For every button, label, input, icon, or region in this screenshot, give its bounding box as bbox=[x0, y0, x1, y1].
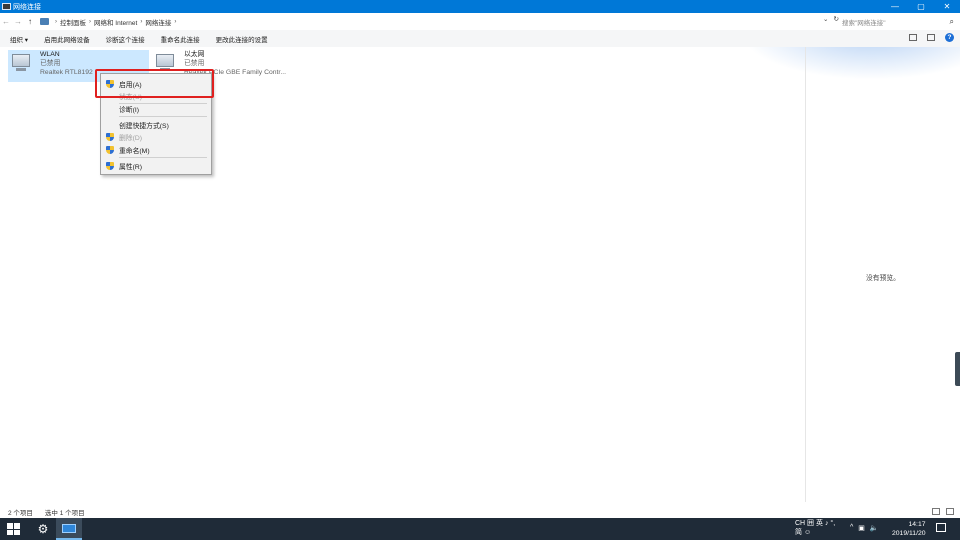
volume-icon[interactable]: 🔈 bbox=[870, 524, 879, 532]
up-button[interactable]: ↑ bbox=[24, 17, 36, 26]
clock-time: 14:17 bbox=[908, 521, 926, 528]
menu-item-label: 删除(D) bbox=[119, 134, 143, 142]
preview-pane-icon[interactable] bbox=[927, 34, 935, 41]
network-tray-icon[interactable]: ▣ bbox=[858, 524, 865, 532]
ime-simplified-text: 简 ☺ bbox=[795, 529, 812, 536]
connection-status: 已禁用 bbox=[184, 60, 205, 67]
address-bar: ← → ↑ › 控制面板 › 网络和 Internet › 网络连接 › ⌄ ↻… bbox=[0, 13, 960, 30]
window-title: 网络连接 bbox=[13, 3, 41, 11]
rename-connection-button[interactable]: 重命名此连接 bbox=[161, 34, 200, 44]
network-connections-app-icon bbox=[2, 3, 11, 10]
settings-gear-icon[interactable]: ⚙ bbox=[30, 518, 56, 540]
selected-count: 选中 1 个项目 bbox=[44, 510, 85, 517]
help-icon[interactable]: ? bbox=[945, 33, 954, 42]
preview-pane-divider[interactable] bbox=[805, 47, 806, 502]
title-bar: 网络连接 — ▢ ✕ bbox=[0, 0, 960, 13]
ime-indicator[interactable]: CH 囲 英 ♪ °, 简 ☺ bbox=[795, 519, 835, 537]
no-preview-text: 没有预览。 bbox=[866, 275, 900, 282]
breadcrumb[interactable]: › 控制面板 › 网络和 Internet › 网络连接 › bbox=[40, 17, 179, 27]
taskbar-network-connections-app[interactable] bbox=[56, 518, 82, 540]
menu-item-rename[interactable]: 重命名(M) bbox=[101, 144, 211, 155]
search-icon: ⌕ bbox=[949, 16, 954, 26]
taskbar: ⚙ CH 囲 英 ♪ °, 简 ☺ ^ ▣ 🔈 14:17 2019/11/20 bbox=[0, 518, 960, 540]
system-clock[interactable]: 14:17 2019/11/20 bbox=[892, 520, 926, 538]
uac-shield-icon bbox=[106, 146, 114, 154]
breadcrumb-network-connections[interactable]: 网络连接 bbox=[145, 17, 171, 27]
menu-item-label: 诊断(I) bbox=[119, 106, 140, 114]
chevron-right-icon[interactable]: › bbox=[140, 19, 142, 25]
diagnose-connection-button[interactable]: 诊断这个连接 bbox=[106, 34, 145, 44]
side-panel-handle[interactable] bbox=[955, 352, 960, 386]
control-panel-icon bbox=[40, 18, 49, 25]
change-settings-button[interactable]: 更改此连接的设置 bbox=[216, 34, 268, 44]
uac-shield-icon bbox=[106, 133, 114, 141]
connection-name: 以太网 bbox=[184, 51, 205, 58]
item-count: 2 个项目 bbox=[8, 510, 33, 517]
command-bar: 组织 ▾ 启用此网络设备 诊断这个连接 重命名此连接 更改此连接的设置 ? bbox=[0, 30, 960, 47]
menu-item-label: 创建快捷方式(S) bbox=[119, 122, 169, 130]
maximize-button[interactable]: ▢ bbox=[908, 0, 934, 13]
search-input[interactable]: 搜索"网络连接" ⌕ bbox=[842, 15, 958, 28]
connection-device: Realtek RTL8192 bbox=[40, 69, 93, 76]
chevron-right-icon[interactable]: › bbox=[89, 19, 91, 25]
breadcrumb-network-internet[interactable]: 网络和 Internet bbox=[94, 17, 137, 27]
menu-item-delete: 删除(D) bbox=[101, 131, 211, 142]
enable-device-button[interactable]: 启用此网络设备 bbox=[44, 34, 90, 44]
chevron-right-icon[interactable]: › bbox=[174, 19, 176, 25]
forward-button[interactable]: → bbox=[12, 17, 24, 26]
connection-name: WLAN bbox=[40, 51, 60, 58]
network-adapter-icon bbox=[10, 52, 34, 74]
network-window-icon bbox=[62, 523, 76, 533]
menu-item-label: 重命名(M) bbox=[119, 147, 150, 155]
annotation-highlight-box bbox=[95, 69, 214, 98]
menu-separator bbox=[119, 157, 207, 158]
back-button[interactable]: ← bbox=[0, 17, 12, 26]
menu-separator bbox=[119, 116, 207, 117]
menu-item-label: 属性(R) bbox=[119, 163, 143, 171]
close-button[interactable]: ✕ bbox=[934, 0, 960, 13]
large-icons-view-icon[interactable] bbox=[946, 508, 954, 515]
chevron-right-icon[interactable]: › bbox=[55, 19, 57, 25]
refresh-button[interactable]: ↻ bbox=[833, 15, 838, 23]
history-dropdown-icon[interactable]: ⌄ bbox=[823, 15, 828, 23]
clock-date: 2019/11/20 bbox=[892, 530, 926, 537]
search-placeholder: 搜索"网络连接" bbox=[842, 19, 886, 27]
uac-shield-icon bbox=[106, 162, 114, 170]
connection-status: 已禁用 bbox=[40, 60, 61, 67]
start-button[interactable] bbox=[6, 522, 20, 536]
view-options-icon[interactable] bbox=[909, 34, 917, 41]
menu-item-create-shortcut[interactable]: 创建快捷方式(S) bbox=[101, 119, 211, 130]
show-hidden-icons-chevron-icon[interactable]: ^ bbox=[850, 524, 853, 532]
details-view-icon[interactable] bbox=[932, 508, 940, 515]
ime-mode-text: CH 囲 英 ♪ °, bbox=[795, 520, 836, 527]
menu-item-properties[interactable]: 属性(R) bbox=[101, 160, 211, 171]
status-bar: 2 个项目 选中 1 个项目 bbox=[0, 506, 960, 518]
breadcrumb-control-panel[interactable]: 控制面板 bbox=[60, 17, 86, 27]
minimize-button[interactable]: — bbox=[882, 0, 908, 13]
menu-item-diagnose[interactable]: 诊断(I) bbox=[101, 103, 211, 114]
organize-button[interactable]: 组织 ▾ bbox=[10, 34, 28, 44]
action-center-icon[interactable] bbox=[936, 523, 946, 532]
